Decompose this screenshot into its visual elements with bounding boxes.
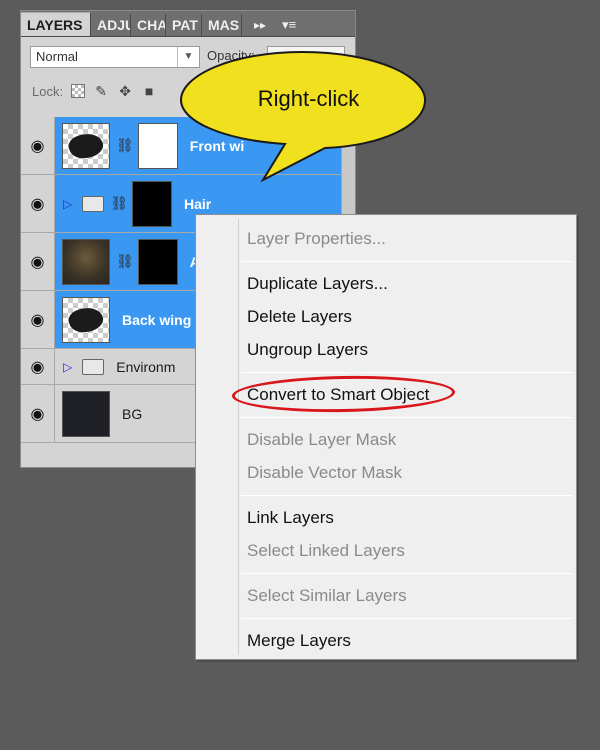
tab-adjustments[interactable]: ADJU — [91, 14, 131, 36]
layer-name: Environm — [116, 358, 176, 375]
folder-icon — [82, 195, 105, 212]
layer-thumbnail — [62, 390, 110, 437]
eye-icon[interactable]: ◉ — [21, 175, 55, 232]
menu-separator — [241, 372, 573, 373]
lock-icon[interactable]: ■ — [141, 83, 157, 99]
menu-item-duplicate-layers[interactable]: Duplicate Layers... — [247, 274, 388, 294]
expand-triangle-icon[interactable]: ▷ — [63, 360, 72, 374]
callout-text: Right-click — [257, 86, 360, 111]
tab-overflow-icon[interactable]: ▸▸ — [254, 14, 266, 36]
menu-item-ungroup-layers[interactable]: Ungroup Layers — [247, 340, 368, 360]
tab-paths[interactable]: PAT — [166, 14, 202, 36]
layer-name: Back wing — [122, 311, 192, 328]
layer-thumbnail — [62, 296, 110, 343]
layer-thumbnail — [62, 238, 110, 285]
tab-masks[interactable]: MAS — [202, 14, 242, 36]
lock-transparent-icon[interactable] — [71, 84, 86, 98]
menu-item-link-layers[interactable]: Link Layers — [247, 508, 334, 528]
eye-icon[interactable]: ◉ — [21, 349, 55, 384]
callout-bubble — [179, 50, 427, 183]
move-icon[interactable]: ✥ — [117, 83, 133, 99]
lock-row: Lock: ✎ ✥ ■ — [32, 83, 157, 99]
eye-icon[interactable]: ◉ — [21, 385, 55, 442]
tab-channels[interactable]: CHA — [131, 14, 166, 36]
eye-icon[interactable]: ◉ — [21, 291, 55, 348]
panel-tab-bar: LAYERS ADJU CHA PAT MAS ▸▸ ▾≡ — [21, 11, 355, 37]
menu-separator — [241, 618, 573, 619]
lock-label: Lock: — [32, 83, 64, 99]
menu-item-disable-layer-mask[interactable]: Disable Layer Mask — [247, 430, 396, 450]
folder-icon — [82, 358, 105, 375]
context-menu: Layer Properties... Duplicate Layers... … — [195, 214, 577, 660]
brush-icon[interactable]: ✎ — [93, 83, 109, 99]
layer-name: BG — [122, 405, 143, 422]
menu-item-select-similar-layers[interactable]: Select Similar Layers — [247, 586, 407, 606]
layer-thumbnail — [62, 122, 110, 169]
menu-separator — [241, 417, 573, 418]
menu-item-merge-layers[interactable]: Merge Layers — [247, 631, 351, 651]
menu-item-layer-properties[interactable]: Layer Properties... — [247, 229, 386, 249]
menu-separator — [241, 261, 573, 262]
menu-separator — [241, 495, 573, 496]
expand-triangle-icon[interactable]: ▷ — [63, 197, 72, 211]
layer-mask-thumbnail — [132, 180, 173, 227]
menu-item-select-linked-layers[interactable]: Select Linked Layers — [247, 541, 405, 561]
menu-item-disable-vector-mask[interactable]: Disable Vector Mask — [247, 463, 402, 483]
menu-gutter — [238, 219, 239, 655]
eye-icon[interactable]: ◉ — [21, 117, 55, 174]
layer-name: Hair — [184, 195, 212, 212]
eye-icon[interactable]: ◉ — [21, 233, 55, 290]
panel-menu-icon[interactable]: ▾≡ — [282, 14, 296, 36]
menu-separator — [241, 573, 573, 574]
link-chain-icon: ⛓ — [110, 195, 129, 211]
layer-mask-thumbnail — [137, 122, 178, 169]
menu-item-delete-layers[interactable]: Delete Layers — [247, 307, 352, 327]
blend-mode-value: Normal — [36, 49, 78, 64]
layer-mask-thumbnail — [137, 238, 178, 285]
link-chain-icon: ⛓ — [116, 253, 134, 269]
tab-layers[interactable]: LAYERS — [21, 12, 91, 36]
link-chain-icon: ⛓ — [116, 137, 134, 153]
